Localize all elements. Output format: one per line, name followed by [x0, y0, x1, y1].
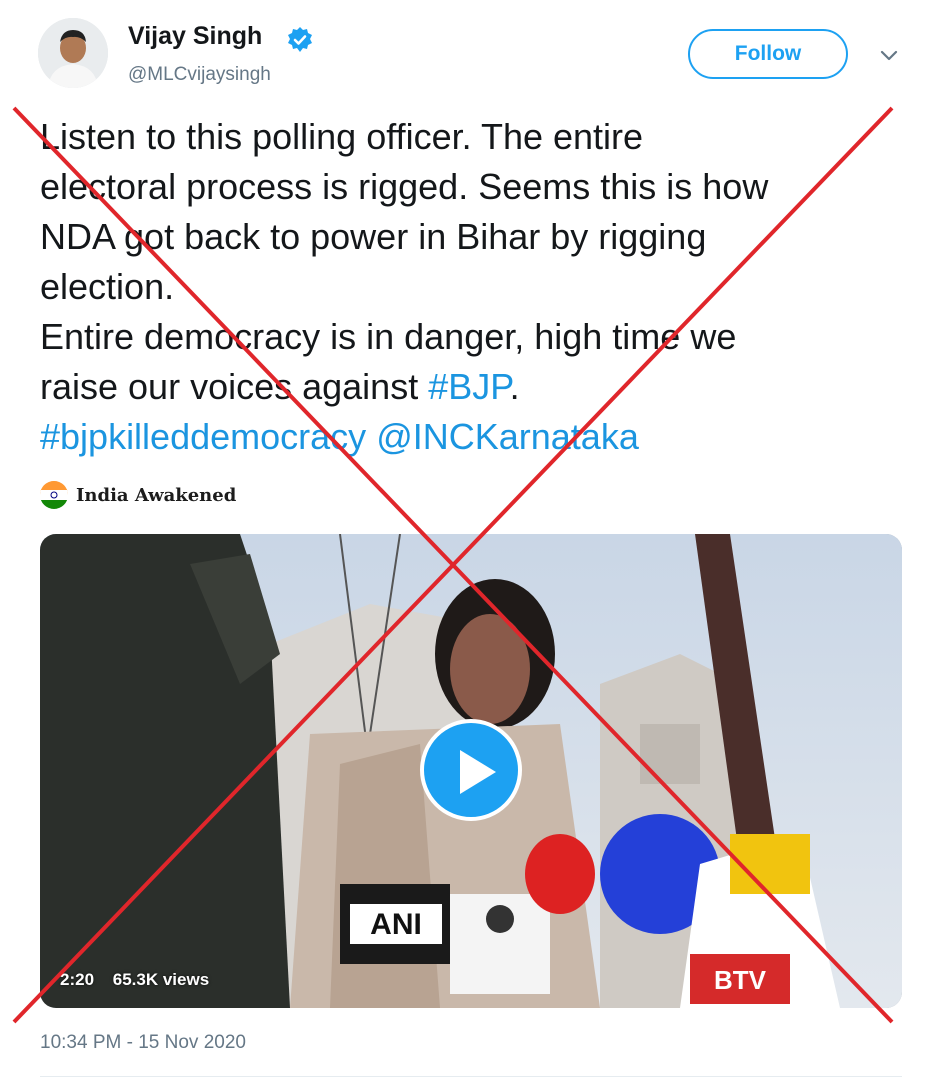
tweet-text-fragment: .	[509, 366, 520, 407]
video-duration: 2:20	[60, 970, 95, 989]
play-icon	[460, 750, 496, 794]
mention-inckarnataka-link[interactable]: @INCKarnataka	[376, 416, 639, 457]
avatar[interactable]	[38, 18, 108, 88]
tweet-text-line: electoral process is rigged. Seems this …	[40, 166, 769, 207]
hashtag-killed-democracy-link[interactable]: #bjpkilleddemocracy	[40, 416, 366, 457]
play-button[interactable]	[420, 719, 522, 821]
india-flag-icon	[40, 481, 68, 509]
divider	[40, 1076, 902, 1077]
follow-button[interactable]: Follow	[688, 29, 848, 79]
display-name[interactable]: Vijay Singh	[128, 22, 262, 51]
tweet-header: Vijay Singh @MLCvijaysingh Follow	[0, 0, 925, 110]
news-mic-label: BTV	[714, 965, 767, 995]
tweet-text-line: raise our voices against #BJP.	[40, 362, 910, 412]
tweet-text-fragment: raise our voices against	[40, 366, 429, 407]
video-player[interactable]: ANI BTV 2:20 65.3K views	[40, 534, 902, 1008]
verified-badge-icon	[288, 27, 312, 52]
hashtag-bjp-link[interactable]: #BJP	[428, 366, 509, 407]
tweet-text-line: NDA got back to power in Bihar by riggin…	[40, 216, 707, 257]
chevron-down-icon[interactable]	[876, 42, 902, 68]
video-views: 65.3K views	[112, 970, 210, 989]
watermark-label: India Awakened	[76, 484, 237, 506]
video-meta: 2:20 65.3K views	[60, 970, 223, 990]
tweet-text-line: Listen to this polling officer. The enti…	[40, 116, 644, 157]
tweet-text-line: Entire democracy is in danger, high time…	[40, 316, 737, 357]
source-watermark: India Awakened	[40, 480, 236, 510]
user-handle[interactable]: @MLCvijaysingh	[128, 64, 271, 86]
ani-mic-label: ANI	[370, 908, 422, 941]
tweet-timestamp[interactable]: 10:34 PM - 15 Nov 2020	[40, 1032, 246, 1054]
avatar-image	[38, 18, 108, 88]
tweet-text-line: election.	[40, 266, 175, 307]
tweet-text-line: #bjpkilleddemocracy @INCKarnataka	[40, 412, 910, 462]
tweet-text: Listen to this polling officer. The enti…	[40, 112, 910, 462]
